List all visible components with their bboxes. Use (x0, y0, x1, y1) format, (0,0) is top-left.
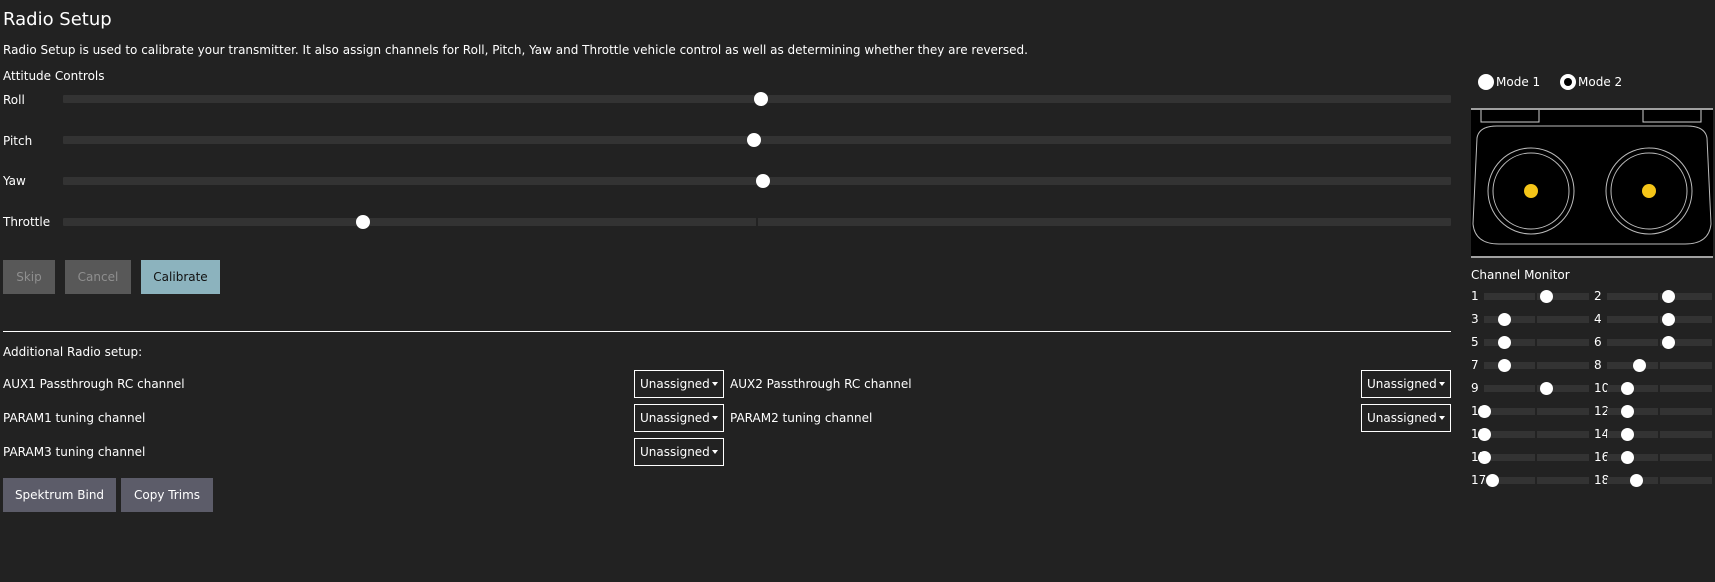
channel-17-indicator (1486, 474, 1500, 487)
aux1-label: AUX1 Passthrough RC channel (3, 377, 185, 391)
channel-18-indicator (1630, 474, 1644, 487)
channel-13-bar (1478, 428, 1589, 441)
channel-7-label: 7 (1471, 358, 1479, 372)
throttle-handle[interactable] (355, 215, 370, 229)
channel-3-label: 3 (1471, 312, 1479, 326)
mode2-label: Mode 2 (1578, 75, 1623, 89)
spektrum-bind-button[interactable]: Spektrum Bind (3, 478, 116, 512)
channel-4-indicator (1661, 313, 1675, 326)
pitch-slider[interactable] (63, 133, 1451, 147)
channel-8-indicator (1632, 359, 1646, 372)
yaw-slider[interactable] (63, 174, 1451, 188)
channel-13-indicator (1478, 428, 1491, 441)
channel-12-indicator (1620, 405, 1634, 418)
chevron-down-icon (712, 416, 718, 420)
channel-4-bar (1607, 313, 1712, 326)
channel-14-indicator (1620, 428, 1634, 441)
chevron-down-icon (712, 382, 718, 386)
yaw-label: Yaw (3, 174, 26, 188)
chevron-down-icon (1439, 416, 1445, 420)
roll-label: Roll (3, 93, 25, 107)
channel-3-bar (1484, 313, 1589, 326)
channel-5-label: 5 (1471, 335, 1479, 349)
channel-11-bar (1478, 405, 1589, 418)
throttle-slider[interactable] (63, 215, 1451, 229)
aux2-select[interactable]: Unassigned (1361, 370, 1451, 398)
pitch-label: Pitch (3, 134, 33, 148)
throttle-label: Throttle (3, 215, 51, 229)
cancel-button[interactable]: Cancel (65, 260, 131, 294)
param3-select[interactable]: Unassigned (634, 438, 724, 466)
channel-9-indicator (1539, 382, 1553, 395)
attitude-controls-heading: Attitude Controls (3, 69, 105, 83)
channel-3-indicator (1497, 313, 1511, 326)
param1-select-value: Unassigned (640, 411, 710, 425)
channel-16-bar (1607, 451, 1712, 464)
left-stick-icon (1524, 184, 1538, 198)
channel-6-indicator (1661, 336, 1675, 349)
channel-1-label: 1 (1471, 289, 1479, 303)
radio-selected-icon (1560, 74, 1576, 90)
mode1-radio[interactable]: Mode 1 (1478, 74, 1540, 90)
channel-12-bar (1607, 405, 1712, 418)
param2-label: PARAM2 tuning channel (730, 411, 873, 425)
throttle-center-mark (756, 218, 758, 226)
channel-9-bar (1484, 382, 1589, 395)
param2-select-value: Unassigned (1367, 411, 1437, 425)
channel-10-indicator (1620, 382, 1634, 395)
chevron-down-icon (1439, 382, 1445, 386)
yaw-handle[interactable] (755, 174, 770, 188)
channel-1-bar (1484, 290, 1589, 303)
skip-button[interactable]: Skip (3, 260, 55, 294)
aux1-select-value: Unassigned (640, 377, 710, 391)
channel-15-bar (1478, 451, 1589, 464)
chevron-down-icon (712, 450, 718, 454)
roll-slider[interactable] (63, 92, 1451, 106)
channel-7-bar (1484, 359, 1589, 372)
channel-18-bar (1607, 474, 1712, 487)
channel-5-bar (1484, 336, 1589, 349)
channel-2-label: 2 (1594, 289, 1602, 303)
channel-9-label: 9 (1471, 381, 1479, 395)
channel-10-bar (1607, 382, 1712, 395)
section-divider (3, 331, 1451, 332)
channel-16-indicator (1620, 451, 1634, 464)
channel-14-bar (1607, 428, 1712, 441)
calibrate-button[interactable]: Calibrate (141, 260, 220, 294)
param3-select-value: Unassigned (640, 445, 710, 459)
param1-label: PARAM1 tuning channel (3, 411, 146, 425)
copy-trims-button[interactable]: Copy Trims (121, 478, 213, 512)
channel-monitor-heading: Channel Monitor (1471, 268, 1570, 282)
mode2-radio[interactable]: Mode 2 (1560, 74, 1622, 90)
channel-4-label: 4 (1594, 312, 1602, 326)
channel-17-bar (1484, 474, 1589, 487)
channel-8-label: 8 (1594, 358, 1602, 372)
radio-circle-icon (1478, 74, 1494, 90)
channel-15-indicator (1478, 451, 1491, 464)
channel-2-indicator (1661, 290, 1675, 303)
additional-setup-heading: Additional Radio setup: (3, 345, 143, 359)
pitch-handle[interactable] (747, 133, 762, 147)
channel-6-label: 6 (1594, 335, 1602, 349)
aux1-select[interactable]: Unassigned (634, 370, 724, 398)
aux2-label: AUX2 Passthrough RC channel (730, 377, 912, 391)
roll-handle[interactable] (754, 92, 769, 106)
right-stick-icon (1642, 184, 1656, 198)
channel-6-bar (1607, 336, 1712, 349)
page-description: Radio Setup is used to calibrate your tr… (3, 43, 1028, 57)
mode1-label: Mode 1 (1496, 75, 1541, 89)
param2-select[interactable]: Unassigned (1361, 404, 1451, 432)
page-title: Radio Setup (3, 9, 112, 30)
aux2-select-value: Unassigned (1367, 377, 1437, 391)
channel-11-indicator (1478, 405, 1491, 418)
param3-label: PARAM3 tuning channel (3, 445, 146, 459)
channel-1-indicator (1539, 290, 1553, 303)
param1-select[interactable]: Unassigned (634, 404, 724, 432)
transmitter-image (1471, 108, 1713, 258)
channel-2-bar (1607, 290, 1712, 303)
channel-5-indicator (1497, 336, 1511, 349)
channel-8-bar (1607, 359, 1712, 372)
channel-7-indicator (1497, 359, 1511, 372)
